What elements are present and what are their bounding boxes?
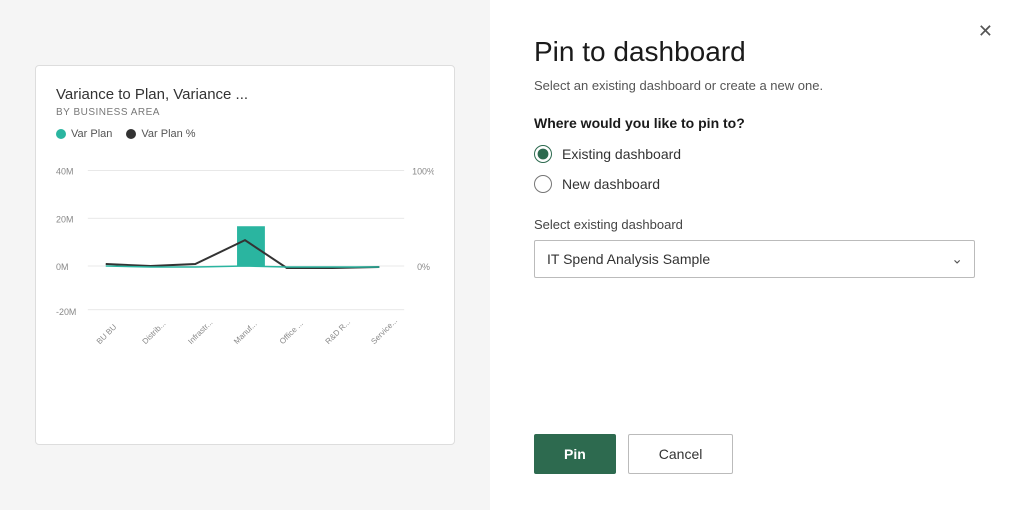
svg-text:BU BU: BU BU bbox=[95, 322, 119, 346]
radio-new-label[interactable]: New dashboard bbox=[534, 175, 975, 193]
svg-text:Infrastr...: Infrastr... bbox=[186, 318, 214, 346]
radio-new[interactable] bbox=[534, 175, 552, 193]
action-buttons: Pin Cancel bbox=[534, 434, 975, 474]
svg-text:0M: 0M bbox=[56, 262, 68, 272]
svg-text:Office ...: Office ... bbox=[278, 319, 305, 346]
chart-svg: 40M 20M 0M -20M 100% 0% bbox=[56, 150, 434, 390]
radio-existing-text: Existing dashboard bbox=[562, 146, 681, 162]
legend-dot-var-plan bbox=[56, 129, 66, 139]
radio-existing[interactable] bbox=[534, 145, 552, 163]
pin-location-label: Where would you like to pin to? bbox=[534, 115, 975, 131]
dialog-subtitle: Select an existing dashboard or create a… bbox=[534, 78, 975, 93]
chart-subtitle: BY BUSINESS AREA bbox=[56, 107, 434, 118]
svg-text:R&D R...: R&D R... bbox=[324, 318, 353, 347]
legend-label-var-plan: Var Plan bbox=[71, 128, 112, 140]
radio-existing-label[interactable]: Existing dashboard bbox=[534, 145, 975, 163]
legend-item-var-plan-pct: Var Plan % bbox=[126, 128, 195, 140]
svg-text:-20M: -20M bbox=[56, 307, 76, 317]
cancel-button[interactable]: Cancel bbox=[628, 434, 734, 474]
chart-card: Variance to Plan, Variance ... BY BUSINE… bbox=[35, 65, 455, 445]
svg-text:40M: 40M bbox=[56, 167, 73, 177]
svg-text:100%: 100% bbox=[412, 167, 434, 177]
dashboard-select[interactable]: IT Spend Analysis Sample bbox=[534, 240, 975, 278]
pin-button[interactable]: Pin bbox=[534, 434, 616, 474]
chart-title: Variance to Plan, Variance ... bbox=[56, 86, 434, 103]
chart-legend: Var Plan Var Plan % bbox=[56, 128, 434, 140]
dialog-overlay: Variance to Plan, Variance ... BY BUSINE… bbox=[0, 0, 1019, 510]
svg-text:Manuf...: Manuf... bbox=[232, 319, 259, 346]
close-button[interactable]: ✕ bbox=[974, 18, 997, 44]
dialog-title: Pin to dashboard bbox=[534, 36, 975, 68]
chart-area: 40M 20M 0M -20M 100% 0% bbox=[56, 150, 434, 390]
legend-item-var-plan: Var Plan bbox=[56, 128, 112, 140]
legend-dot-var-plan-pct bbox=[126, 129, 136, 139]
legend-label-var-plan-pct: Var Plan % bbox=[141, 128, 195, 140]
radio-new-text: New dashboard bbox=[562, 176, 660, 192]
radio-group: Existing dashboard New dashboard bbox=[534, 145, 975, 193]
pin-dialog-panel: ✕ Pin to dashboard Select an existing da… bbox=[490, 0, 1019, 510]
svg-text:Distrib...: Distrib... bbox=[141, 319, 168, 346]
dropdown-wrapper: IT Spend Analysis Sample ⌄ bbox=[534, 240, 975, 278]
chart-preview-panel: Variance to Plan, Variance ... BY BUSINE… bbox=[0, 0, 490, 510]
svg-text:Service...: Service... bbox=[369, 316, 399, 346]
bar-manuf bbox=[237, 226, 265, 266]
svg-text:0%: 0% bbox=[417, 262, 430, 272]
svg-text:20M: 20M bbox=[56, 214, 73, 224]
dropdown-label: Select existing dashboard bbox=[534, 217, 975, 232]
